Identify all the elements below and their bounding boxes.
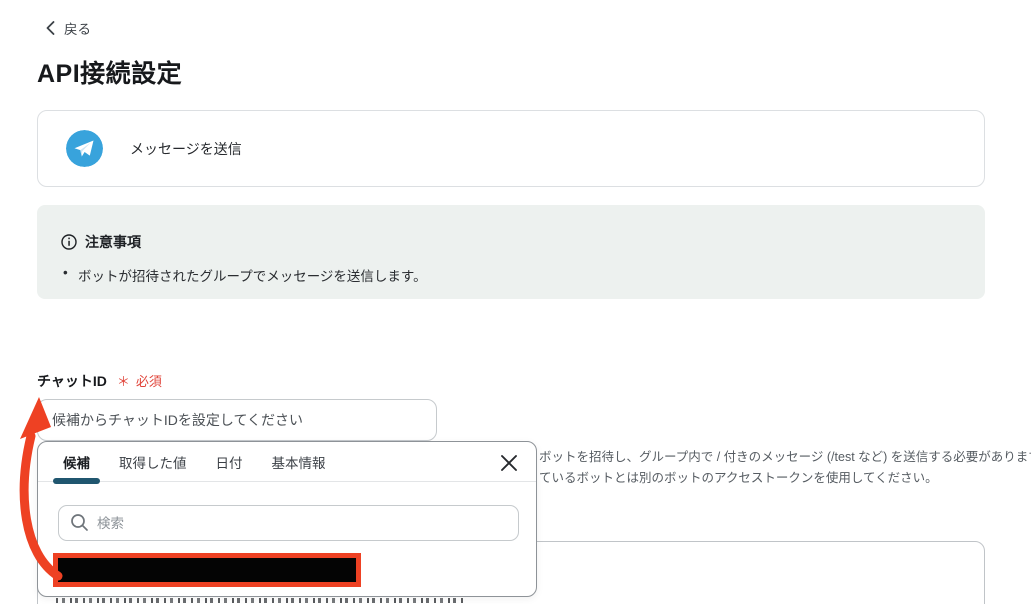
close-icon (500, 454, 518, 472)
tab-kihon-jouhou[interactable]: 基本情報 (272, 442, 326, 481)
chat-id-input[interactable] (37, 399, 437, 441)
notice-box: 注意事項 ボットが招待されたグループでメッセージを送信します。 (37, 205, 985, 299)
popup-search-input[interactable] (58, 505, 519, 541)
chat-id-label-row: チャットID ＊ 必須 (37, 371, 162, 391)
page-title: API接続設定 (37, 60, 183, 88)
redacted-candidate-option[interactable] (53, 553, 361, 587)
notice-title: 注意事項 (85, 234, 141, 250)
popup-tab-bar: 候補 取得した値 日付 基本情報 (38, 442, 536, 484)
info-icon (61, 234, 77, 250)
chat-id-helper-line1: ボットを招待し、グループ内で / 付きのメッセージ (/test など) を送信… (539, 450, 1031, 464)
clipped-text-row (56, 598, 464, 603)
notice-item: ボットが招待されたグループでメッセージを送信します。 (61, 265, 961, 285)
chevron-left-icon (46, 21, 55, 35)
trigger-label: メッセージを送信 (130, 140, 242, 157)
trigger-card[interactable]: メッセージを送信 (37, 110, 985, 187)
chat-id-label: チャットID (37, 373, 107, 389)
back-link[interactable]: 戻る (46, 18, 91, 38)
candidate-picker-popup: 候補 取得した値 日付 基本情報 (37, 441, 537, 597)
api-connection-settings-page: 戻る API接続設定 メッセージを送信 注意事項 ボットが招待されたグループでメ… (0, 0, 1031, 604)
tab-kouho[interactable]: 候補 (53, 442, 100, 484)
tab-hizuke[interactable]: 日付 (216, 442, 243, 481)
telegram-icon (66, 130, 103, 167)
back-label: 戻る (64, 22, 91, 37)
tab-shutoku-shita-atai[interactable]: 取得した値 (119, 442, 187, 481)
required-label: 必須 (135, 374, 162, 389)
close-button[interactable] (497, 451, 521, 475)
chat-id-helper-line2: ているボットとは別のボットのアクセストークンを使用してください。 (539, 471, 938, 485)
required-asterisk: ＊ (116, 374, 130, 389)
